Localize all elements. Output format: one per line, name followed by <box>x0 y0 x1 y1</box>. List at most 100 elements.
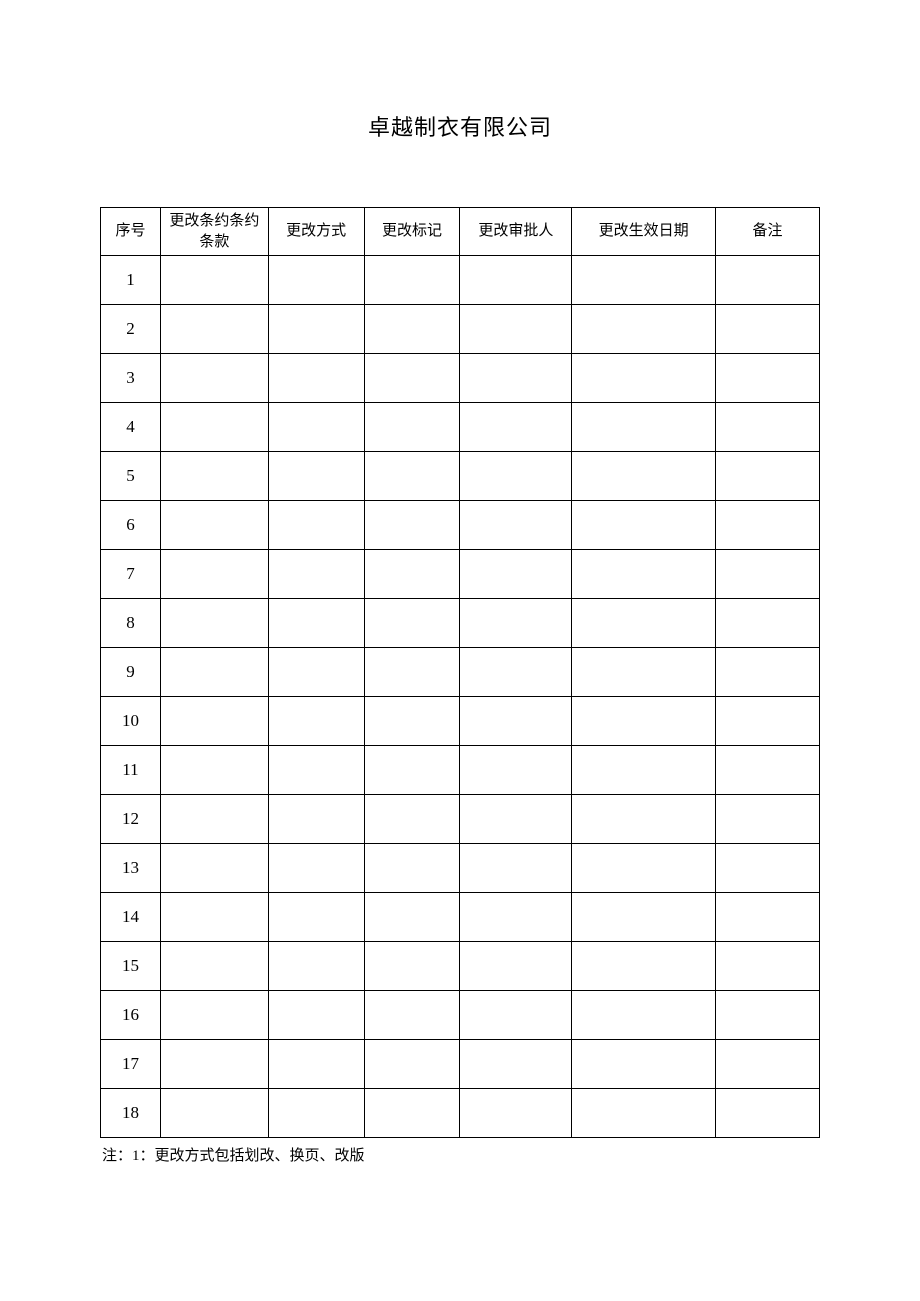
cell-clause <box>160 501 268 550</box>
table-row: 10 <box>101 697 820 746</box>
cell-date <box>572 305 716 354</box>
table-row: 14 <box>101 893 820 942</box>
document-page: 卓越制衣有限公司 序号 更改条约条约条款 更改方式 更改标记 更改审批人 更改生… <box>0 0 920 1165</box>
table-row: 2 <box>101 305 820 354</box>
cell-clause <box>160 550 268 599</box>
table-row: 18 <box>101 1089 820 1138</box>
cell-remark <box>716 795 820 844</box>
cell-mark <box>364 256 460 305</box>
cell-clause <box>160 844 268 893</box>
cell-remark <box>716 648 820 697</box>
cell-seq: 9 <box>101 648 161 697</box>
cell-method <box>268 452 364 501</box>
cell-seq: 13 <box>101 844 161 893</box>
cell-mark <box>364 795 460 844</box>
cell-approver <box>460 305 572 354</box>
header-mark: 更改标记 <box>364 208 460 256</box>
cell-approver <box>460 795 572 844</box>
cell-approver <box>460 697 572 746</box>
cell-mark <box>364 599 460 648</box>
table-row: 8 <box>101 599 820 648</box>
footnote: 注：1：更改方式包括划改、换页、改版 <box>100 1144 820 1165</box>
cell-remark <box>716 599 820 648</box>
cell-seq: 17 <box>101 1040 161 1089</box>
cell-clause <box>160 1040 268 1089</box>
cell-mark <box>364 1089 460 1138</box>
cell-clause <box>160 403 268 452</box>
cell-remark <box>716 942 820 991</box>
cell-mark <box>364 305 460 354</box>
cell-method <box>268 1089 364 1138</box>
cell-remark <box>716 844 820 893</box>
table-row: 3 <box>101 354 820 403</box>
cell-approver <box>460 942 572 991</box>
table-row: 5 <box>101 452 820 501</box>
cell-remark <box>716 403 820 452</box>
cell-mark <box>364 942 460 991</box>
cell-mark <box>364 354 460 403</box>
cell-seq: 7 <box>101 550 161 599</box>
cell-method <box>268 550 364 599</box>
cell-remark <box>716 746 820 795</box>
cell-method <box>268 305 364 354</box>
header-remark: 备注 <box>716 208 820 256</box>
cell-seq: 5 <box>101 452 161 501</box>
cell-approver <box>460 991 572 1040</box>
cell-clause <box>160 256 268 305</box>
table-row: 4 <box>101 403 820 452</box>
cell-date <box>572 991 716 1040</box>
cell-approver <box>460 648 572 697</box>
cell-remark <box>716 354 820 403</box>
header-method: 更改方式 <box>268 208 364 256</box>
cell-mark <box>364 452 460 501</box>
cell-date <box>572 648 716 697</box>
cell-remark <box>716 256 820 305</box>
cell-approver <box>460 550 572 599</box>
cell-clause <box>160 305 268 354</box>
cell-date <box>572 893 716 942</box>
cell-approver <box>460 893 572 942</box>
header-date: 更改生效日期 <box>572 208 716 256</box>
cell-remark <box>716 1040 820 1089</box>
cell-mark <box>364 697 460 746</box>
cell-remark <box>716 452 820 501</box>
cell-mark <box>364 991 460 1040</box>
table-row: 1 <box>101 256 820 305</box>
cell-seq: 2 <box>101 305 161 354</box>
cell-clause <box>160 648 268 697</box>
cell-clause <box>160 697 268 746</box>
cell-mark <box>364 844 460 893</box>
cell-approver <box>460 746 572 795</box>
cell-clause <box>160 746 268 795</box>
cell-date <box>572 452 716 501</box>
table-row: 7 <box>101 550 820 599</box>
cell-method <box>268 403 364 452</box>
table-row: 17 <box>101 1040 820 1089</box>
cell-date <box>572 403 716 452</box>
cell-mark <box>364 501 460 550</box>
cell-method <box>268 354 364 403</box>
cell-clause <box>160 893 268 942</box>
cell-method <box>268 893 364 942</box>
cell-method <box>268 501 364 550</box>
cell-clause <box>160 795 268 844</box>
cell-date <box>572 599 716 648</box>
cell-remark <box>716 893 820 942</box>
cell-remark <box>716 501 820 550</box>
table-row: 9 <box>101 648 820 697</box>
cell-method <box>268 991 364 1040</box>
cell-date <box>572 844 716 893</box>
cell-seq: 14 <box>101 893 161 942</box>
cell-approver <box>460 844 572 893</box>
cell-method <box>268 599 364 648</box>
cell-date <box>572 697 716 746</box>
cell-clause <box>160 942 268 991</box>
cell-method <box>268 746 364 795</box>
cell-mark <box>364 403 460 452</box>
cell-approver <box>460 452 572 501</box>
cell-method <box>268 1040 364 1089</box>
cell-date <box>572 1040 716 1089</box>
header-approver: 更改审批人 <box>460 208 572 256</box>
cell-seq: 12 <box>101 795 161 844</box>
cell-mark <box>364 1040 460 1089</box>
